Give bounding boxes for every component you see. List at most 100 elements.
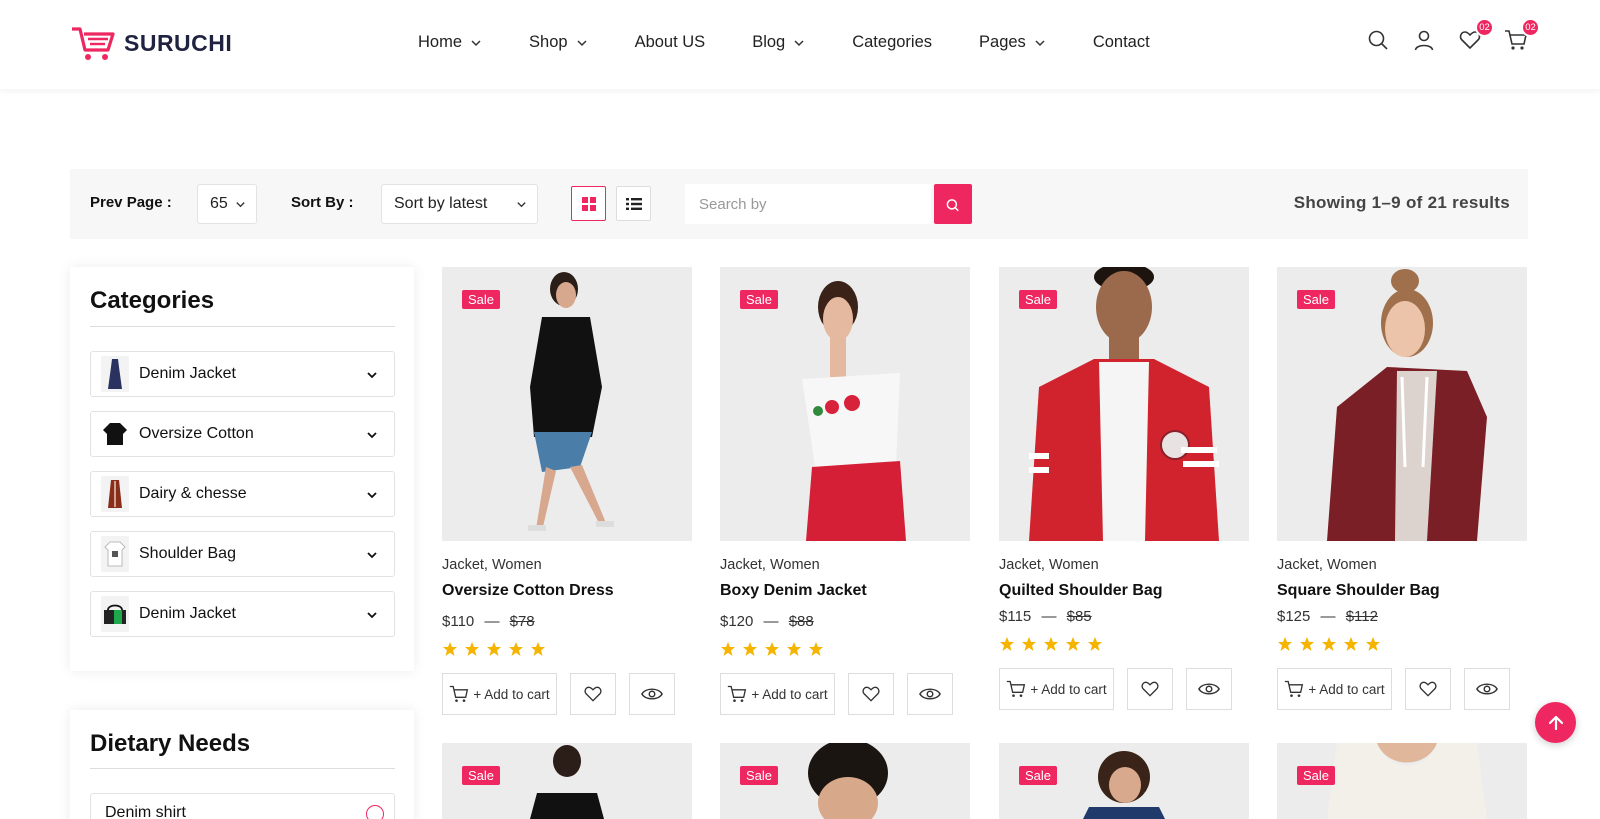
price-separator: — (484, 613, 500, 630)
category-item[interactable]: Denim Jacket (90, 351, 395, 397)
radio-button[interactable] (366, 805, 384, 819)
quick-view-button[interactable] (1186, 668, 1232, 710)
wishlist-count-badge: 02 (1475, 18, 1494, 37)
category-item[interactable]: Denim Jacket (90, 591, 395, 637)
nav-about[interactable]: About US (635, 33, 706, 52)
category-label: Denim Jacket (139, 605, 236, 622)
tshirt-thumb-icon (101, 536, 129, 572)
product-image[interactable]: Sale (1277, 743, 1527, 819)
product-image[interactable]: Sale (720, 743, 970, 819)
quick-view-button[interactable] (1464, 668, 1510, 710)
quick-view-button[interactable] (629, 673, 675, 715)
star-icon (1066, 637, 1080, 651)
account-button[interactable] (1412, 28, 1436, 52)
nav-pages[interactable]: Pages (979, 33, 1046, 52)
wishlist-button[interactable] (570, 673, 616, 715)
logo[interactable]: SURUCHI (70, 24, 232, 62)
dietary-title: Dietary Needs (90, 730, 251, 757)
product-card: Sale (442, 743, 692, 819)
category-label: Denim Jacket (139, 365, 236, 382)
nav-home[interactable]: Home (418, 33, 482, 52)
product-image[interactable]: Sale (720, 267, 970, 541)
rating-stars (720, 641, 824, 657)
product-search-input[interactable]: Search by (685, 184, 931, 224)
nav-shop[interactable]: Shop (529, 33, 588, 52)
sale-badge: Sale (462, 766, 501, 785)
brand-name: SURUCHI (124, 29, 233, 56)
prev-page-select[interactable]: 65 (197, 184, 257, 224)
scroll-to-top-button[interactable] (1535, 702, 1576, 743)
product-name[interactable]: Boxy Denim Jacket (720, 582, 867, 600)
add-to-cart-button[interactable]: + Add to cart (999, 668, 1114, 710)
nav-home-label: Home (418, 33, 463, 51)
product-image[interactable]: Sale (442, 743, 692, 819)
wishlist-button[interactable] (848, 673, 894, 715)
product-category[interactable]: Jacket, Women (999, 557, 1099, 573)
product-category[interactable]: Jacket, Women (720, 557, 820, 573)
arrow-up-icon (1548, 715, 1563, 730)
rating-stars (442, 641, 546, 657)
current-price: $125 (1277, 608, 1311, 625)
nav-blog[interactable]: Blog (752, 33, 805, 52)
search-submit-button[interactable] (934, 184, 972, 224)
product-image[interactable]: Sale (1277, 267, 1527, 541)
prev-page-label: Prev Page : (90, 194, 172, 211)
chevron-down-icon (236, 202, 245, 208)
nav-contact[interactable]: Contact (1093, 33, 1150, 52)
quick-view-button[interactable] (907, 673, 953, 715)
product-image[interactable]: Sale (442, 267, 692, 541)
product-name[interactable]: Oversize Cotton Dress (442, 582, 614, 600)
star-icon (1300, 637, 1314, 651)
category-item[interactable]: Oversize Cotton (90, 411, 395, 457)
rating-stars (1277, 636, 1381, 652)
chevron-down-icon (577, 39, 587, 46)
chevron-down-icon (517, 202, 526, 208)
product-name[interactable]: Quilted Shoulder Bag (999, 582, 1163, 600)
product-category[interactable]: Jacket, Women (1277, 557, 1377, 573)
results-count: Showing 1–9 of 21 results (1293, 193, 1510, 212)
nav-categories[interactable]: Categories (852, 33, 932, 52)
eye-icon (641, 688, 663, 700)
shirt-thumb-icon (101, 416, 129, 452)
add-to-cart-button[interactable]: + Add to cart (720, 673, 835, 715)
rating-stars (999, 636, 1103, 652)
add-to-cart-button[interactable]: + Add to cart (442, 673, 557, 715)
nav-categories-label: Categories (852, 33, 933, 51)
sort-select[interactable]: Sort by latest (381, 184, 538, 224)
add-to-cart-button[interactable]: + Add to cart (1277, 668, 1392, 710)
star-icon (1366, 637, 1380, 651)
product-category[interactable]: Jacket, Women (442, 557, 542, 573)
old-price: $85 (1066, 608, 1092, 625)
product-price: $120 — $88 (720, 613, 814, 630)
cart-button[interactable]: 02 (1504, 18, 1540, 52)
product-price: $110 — $78 (442, 613, 535, 630)
wishlist-button[interactable] (1405, 668, 1451, 710)
category-label: Dairy & chesse (139, 485, 247, 502)
category-item[interactable]: Shoulder Bag (90, 531, 395, 577)
dietary-widget: Dietary Needs Denim shirt (70, 710, 414, 819)
star-icon (531, 642, 545, 656)
cart-icon (450, 685, 469, 702)
list-view-button[interactable] (616, 186, 651, 221)
add-to-cart-label: + Add to cart (1308, 681, 1385, 697)
coat-thumb-icon (101, 476, 129, 512)
eye-icon (1476, 683, 1498, 695)
divider (90, 326, 395, 327)
product-image[interactable]: Sale (999, 267, 1249, 541)
sale-badge: Sale (1297, 290, 1336, 309)
product-name[interactable]: Square Shoulder Bag (1277, 582, 1440, 600)
category-label: Oversize Cotton (139, 425, 254, 442)
search-button[interactable] (1366, 28, 1390, 52)
dietary-option[interactable]: Denim shirt (90, 793, 395, 819)
add-to-cart-label: + Add to cart (751, 686, 828, 702)
product-price: $115 — $85 (999, 608, 1092, 625)
grid-view-button[interactable] (571, 186, 606, 221)
category-item[interactable]: Dairy & chesse (90, 471, 395, 517)
categories-title: Categories (90, 287, 215, 314)
heart-icon (1419, 681, 1437, 697)
search-icon (1368, 30, 1388, 50)
wishlist-button[interactable] (1127, 668, 1173, 710)
product-image[interactable]: Sale (999, 743, 1249, 819)
wishlist-button[interactable]: 02 (1458, 18, 1494, 52)
chevron-down-icon (367, 492, 377, 499)
